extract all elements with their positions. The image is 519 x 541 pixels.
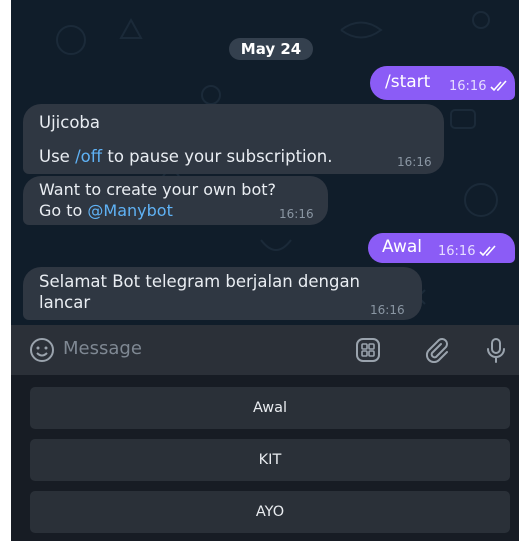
command-link-off[interactable]: /off <box>75 147 102 166</box>
message-text: /start <box>385 72 431 92</box>
chat-area[interactable]: May 24 /start 16:16 Ujicoba Use /off to … <box>11 0 519 325</box>
date-label: May 24 <box>240 40 302 58</box>
message-bubble-incoming[interactable]: Ujicoba Use /off to pause your subscript… <box>23 104 444 174</box>
keyboard-button-kit[interactable]: KIT <box>30 439 510 481</box>
message-text: Ujicoba <box>39 113 100 132</box>
message-text-part: to pause your subscription. <box>102 147 333 166</box>
message-text: Go to @Manybot <box>39 201 173 220</box>
message-time: 16:16 <box>397 155 432 169</box>
telegram-screen: May 24 /start 16:16 Ujicoba Use /off to … <box>11 0 519 541</box>
message-text: lancar <box>39 293 91 312</box>
bot-keyboard-icon[interactable] <box>355 337 381 363</box>
attach-icon[interactable] <box>423 337 449 363</box>
message-text: Use /off to pause your subscription. <box>39 147 332 166</box>
bot-reply-keyboard: Awal KIT AYO <box>11 375 519 541</box>
message-text: Want to create your own bot? <box>39 180 276 199</box>
message-text: Selamat Bot telegram berjalan dengan <box>39 272 361 291</box>
keyboard-button-ayo[interactable]: AYO <box>30 491 510 533</box>
emoji-icon[interactable] <box>29 337 55 363</box>
message-bubble-incoming[interactable]: Want to create your own bot? Go to @Many… <box>23 176 328 225</box>
message-time: 16:16 <box>438 244 476 259</box>
keyboard-button-awal[interactable]: Awal <box>30 387 510 429</box>
message-time: 16:16 <box>449 79 487 94</box>
message-bubble-outgoing[interactable]: /start 16:16 <box>370 66 515 100</box>
message-time: 16:16 <box>370 303 405 317</box>
message-time: 16:16 <box>279 207 314 221</box>
mic-icon[interactable] <box>483 336 509 364</box>
message-bubble-outgoing[interactable]: Awal 16:16 <box>368 233 515 263</box>
message-text-part: Use <box>39 147 76 166</box>
message-bubble-incoming[interactable]: Selamat Bot telegram berjalan dengan lan… <box>23 267 422 320</box>
message-input-bar: Message <box>11 325 519 375</box>
mention-link-manybot[interactable]: @Manybot <box>87 201 172 220</box>
date-separator: May 24 <box>229 38 313 60</box>
read-check-icon <box>479 245 496 257</box>
read-check-icon <box>490 80 507 92</box>
message-input[interactable]: Message <box>63 338 142 359</box>
message-text: Awal <box>382 237 422 257</box>
message-text-part: Go to <box>39 201 88 220</box>
